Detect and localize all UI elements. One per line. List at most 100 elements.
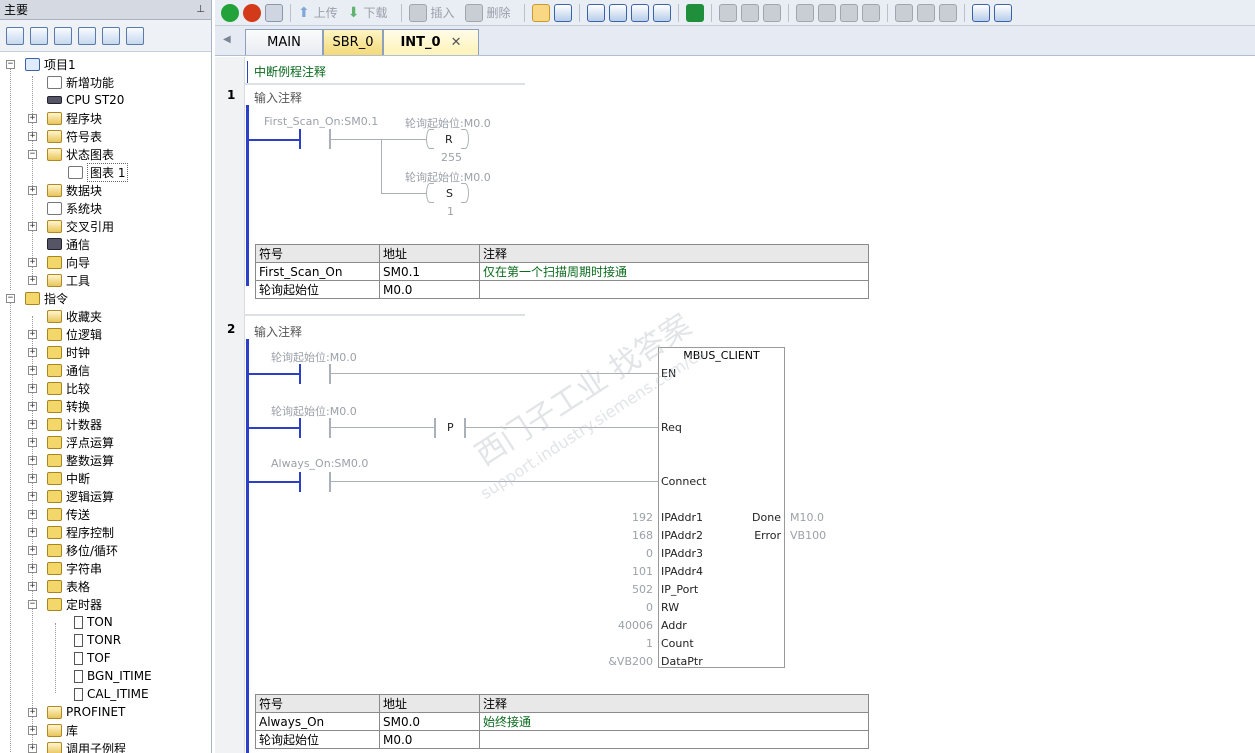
expand-icon[interactable]: + [28, 437, 37, 447]
tree-item-status-chart[interactable]: − 状态图表 [0, 145, 211, 163]
close-icon[interactable]: ✕ [451, 35, 462, 50]
expand-icon[interactable]: + [28, 509, 37, 519]
tree-item-integer-math[interactable]: + 整数运算 [0, 451, 211, 469]
expand-icon[interactable]: + [28, 563, 37, 573]
forward-icon[interactable] [630, 3, 649, 22]
tab-main[interactable]: MAIN [245, 29, 323, 55]
coil-count[interactable]: 1 [447, 205, 454, 218]
tab-int-0[interactable]: INT_0 ✕ [383, 29, 479, 55]
insert-button[interactable]: 插入 [431, 4, 455, 21]
tree-item-bgn-itime[interactable]: BGN_ITIME [0, 667, 211, 685]
expand-icon[interactable]: + [28, 527, 37, 537]
tree-item-instructions[interactable]: − 指令 [0, 289, 211, 307]
unlock-icon[interactable] [740, 3, 759, 22]
coil-operand[interactable]: 轮询起始位:M0.0 [405, 115, 491, 131]
program-status-icon[interactable] [531, 3, 550, 22]
table-icon[interactable] [30, 26, 48, 45]
param-value[interactable]: 1 [585, 637, 653, 650]
collapse-icon[interactable]: − [6, 293, 15, 303]
param-value[interactable]: 168 [585, 529, 653, 542]
tree-item-program-control[interactable]: + 程序控制 [0, 523, 211, 541]
output-operand[interactable]: VB100 [790, 529, 826, 542]
tree-item-ton[interactable]: TON [0, 613, 211, 631]
tree-item-new-feature[interactable]: 新增功能 [0, 73, 211, 91]
expand-icon[interactable]: + [28, 545, 37, 555]
tree-item-tools[interactable]: + 工具 [0, 271, 211, 289]
tree-item-communication[interactable]: 通信 [0, 235, 211, 253]
branch-icon[interactable] [795, 3, 814, 22]
tree-item-cal-itime[interactable]: CAL_ITIME [0, 685, 211, 703]
tree-item-tonr[interactable]: TONR [0, 631, 211, 649]
network-comment[interactable]: 输入注释 [254, 323, 302, 340]
pin-icon[interactable]: ⊥ [196, 4, 205, 15]
expand-icon[interactable]: + [28, 257, 37, 267]
tree-item-clock[interactable]: + 时钟 [0, 343, 211, 361]
back-icon[interactable] [608, 3, 627, 22]
tree-item-wizard[interactable]: + 向导 [0, 253, 211, 271]
expand-icon[interactable]: + [28, 491, 37, 501]
expand-icon[interactable]: + [28, 347, 37, 357]
tree-item-counter[interactable]: + 计数器 [0, 415, 211, 433]
expand-icon[interactable]: + [28, 581, 37, 591]
tree-item-float-math[interactable]: + 浮点运算 [0, 433, 211, 451]
expand-icon[interactable]: + [28, 185, 37, 195]
label-icon[interactable] [971, 3, 990, 22]
coil-count[interactable]: 255 [441, 151, 462, 164]
program-comment[interactable]: 中断例程注释 [254, 63, 326, 80]
window-icon[interactable] [586, 3, 605, 22]
reset-coil[interactable] [426, 129, 434, 149]
close-window-icon[interactable] [652, 3, 671, 22]
download-button[interactable]: 下载 [363, 4, 387, 21]
delete-icon[interactable] [464, 3, 483, 22]
network-comment[interactable]: 输入注释 [254, 89, 302, 106]
expand-icon[interactable]: + [28, 419, 37, 429]
line-right-icon[interactable] [861, 3, 880, 22]
line-up-icon[interactable] [839, 3, 858, 22]
page-icon[interactable] [78, 26, 96, 45]
lock-icon[interactable] [718, 3, 737, 22]
expand-icon[interactable]: + [28, 113, 37, 123]
insert-icon[interactable] [408, 3, 427, 22]
tree-item-library[interactable]: + 库 [0, 721, 211, 739]
table-row[interactable]: First_Scan_On SM0.1 仅在第一个扫描周期时接通 [255, 262, 869, 281]
tree-item-shift-rotate[interactable]: + 移位/循环 [0, 541, 211, 559]
tree-item-bit-logic[interactable]: + 位逻辑 [0, 325, 211, 343]
table-row[interactable]: 轮询起始位 M0.0 [255, 280, 869, 299]
expand-icon[interactable]: + [28, 743, 37, 753]
tree-item-symbol-table[interactable]: + 符号表 [0, 127, 211, 145]
expand-icon[interactable]: + [28, 473, 37, 483]
param-value[interactable]: &VB200 [585, 655, 653, 668]
tab-sbr-0[interactable]: SBR_0 [323, 29, 383, 55]
delete-button[interactable]: 删除 [487, 4, 511, 21]
contact-operand[interactable]: First_Scan_On:SM0.1 [264, 115, 378, 128]
contact-operand[interactable]: Always_On:SM0.0 [271, 457, 368, 470]
set-coil[interactable] [426, 183, 434, 203]
tree-item-interrupt[interactable]: + 中断 [0, 469, 211, 487]
param-value[interactable]: 101 [585, 565, 653, 578]
expand-icon[interactable]: + [28, 275, 37, 285]
expand-icon[interactable]: + [28, 365, 37, 375]
coil-icon[interactable] [916, 3, 935, 22]
goto-icon[interactable] [685, 3, 704, 22]
tree-item-timer[interactable]: − 定时器 [0, 595, 211, 613]
tree-item-comm-instr[interactable]: + 通信 [0, 361, 211, 379]
chart-status-icon[interactable] [553, 3, 572, 22]
tree-item-cpu[interactable]: CPU ST20 [0, 91, 211, 109]
table-row[interactable]: Always_On SM0.0 始终接通 [255, 712, 869, 731]
tree-item-table[interactable]: + 表格 [0, 577, 211, 595]
expand-icon[interactable]: + [28, 455, 37, 465]
expand-icon[interactable]: + [28, 221, 37, 231]
upload-button[interactable]: 上传 [314, 4, 338, 21]
collapse-icon[interactable]: − [28, 149, 37, 159]
param-value[interactable]: 192 [585, 511, 653, 524]
tree-item-data-block[interactable]: + 数据块 [0, 181, 211, 199]
network-icon[interactable] [126, 26, 144, 45]
tree-item-tof[interactable]: TOF [0, 649, 211, 667]
tree-item-favorites[interactable]: 收藏夹 [0, 307, 211, 325]
tree-item-call-subroutine[interactable]: + 调用子例程 [0, 739, 211, 753]
stop-icon[interactable] [243, 3, 261, 22]
expand-icon[interactable]: + [28, 131, 37, 141]
expand-icon[interactable]: + [28, 401, 37, 411]
tree-item-cross-reference[interactable]: + 交叉引用 [0, 217, 211, 235]
tree-item-profinet[interactable]: + PROFINET [0, 703, 211, 721]
